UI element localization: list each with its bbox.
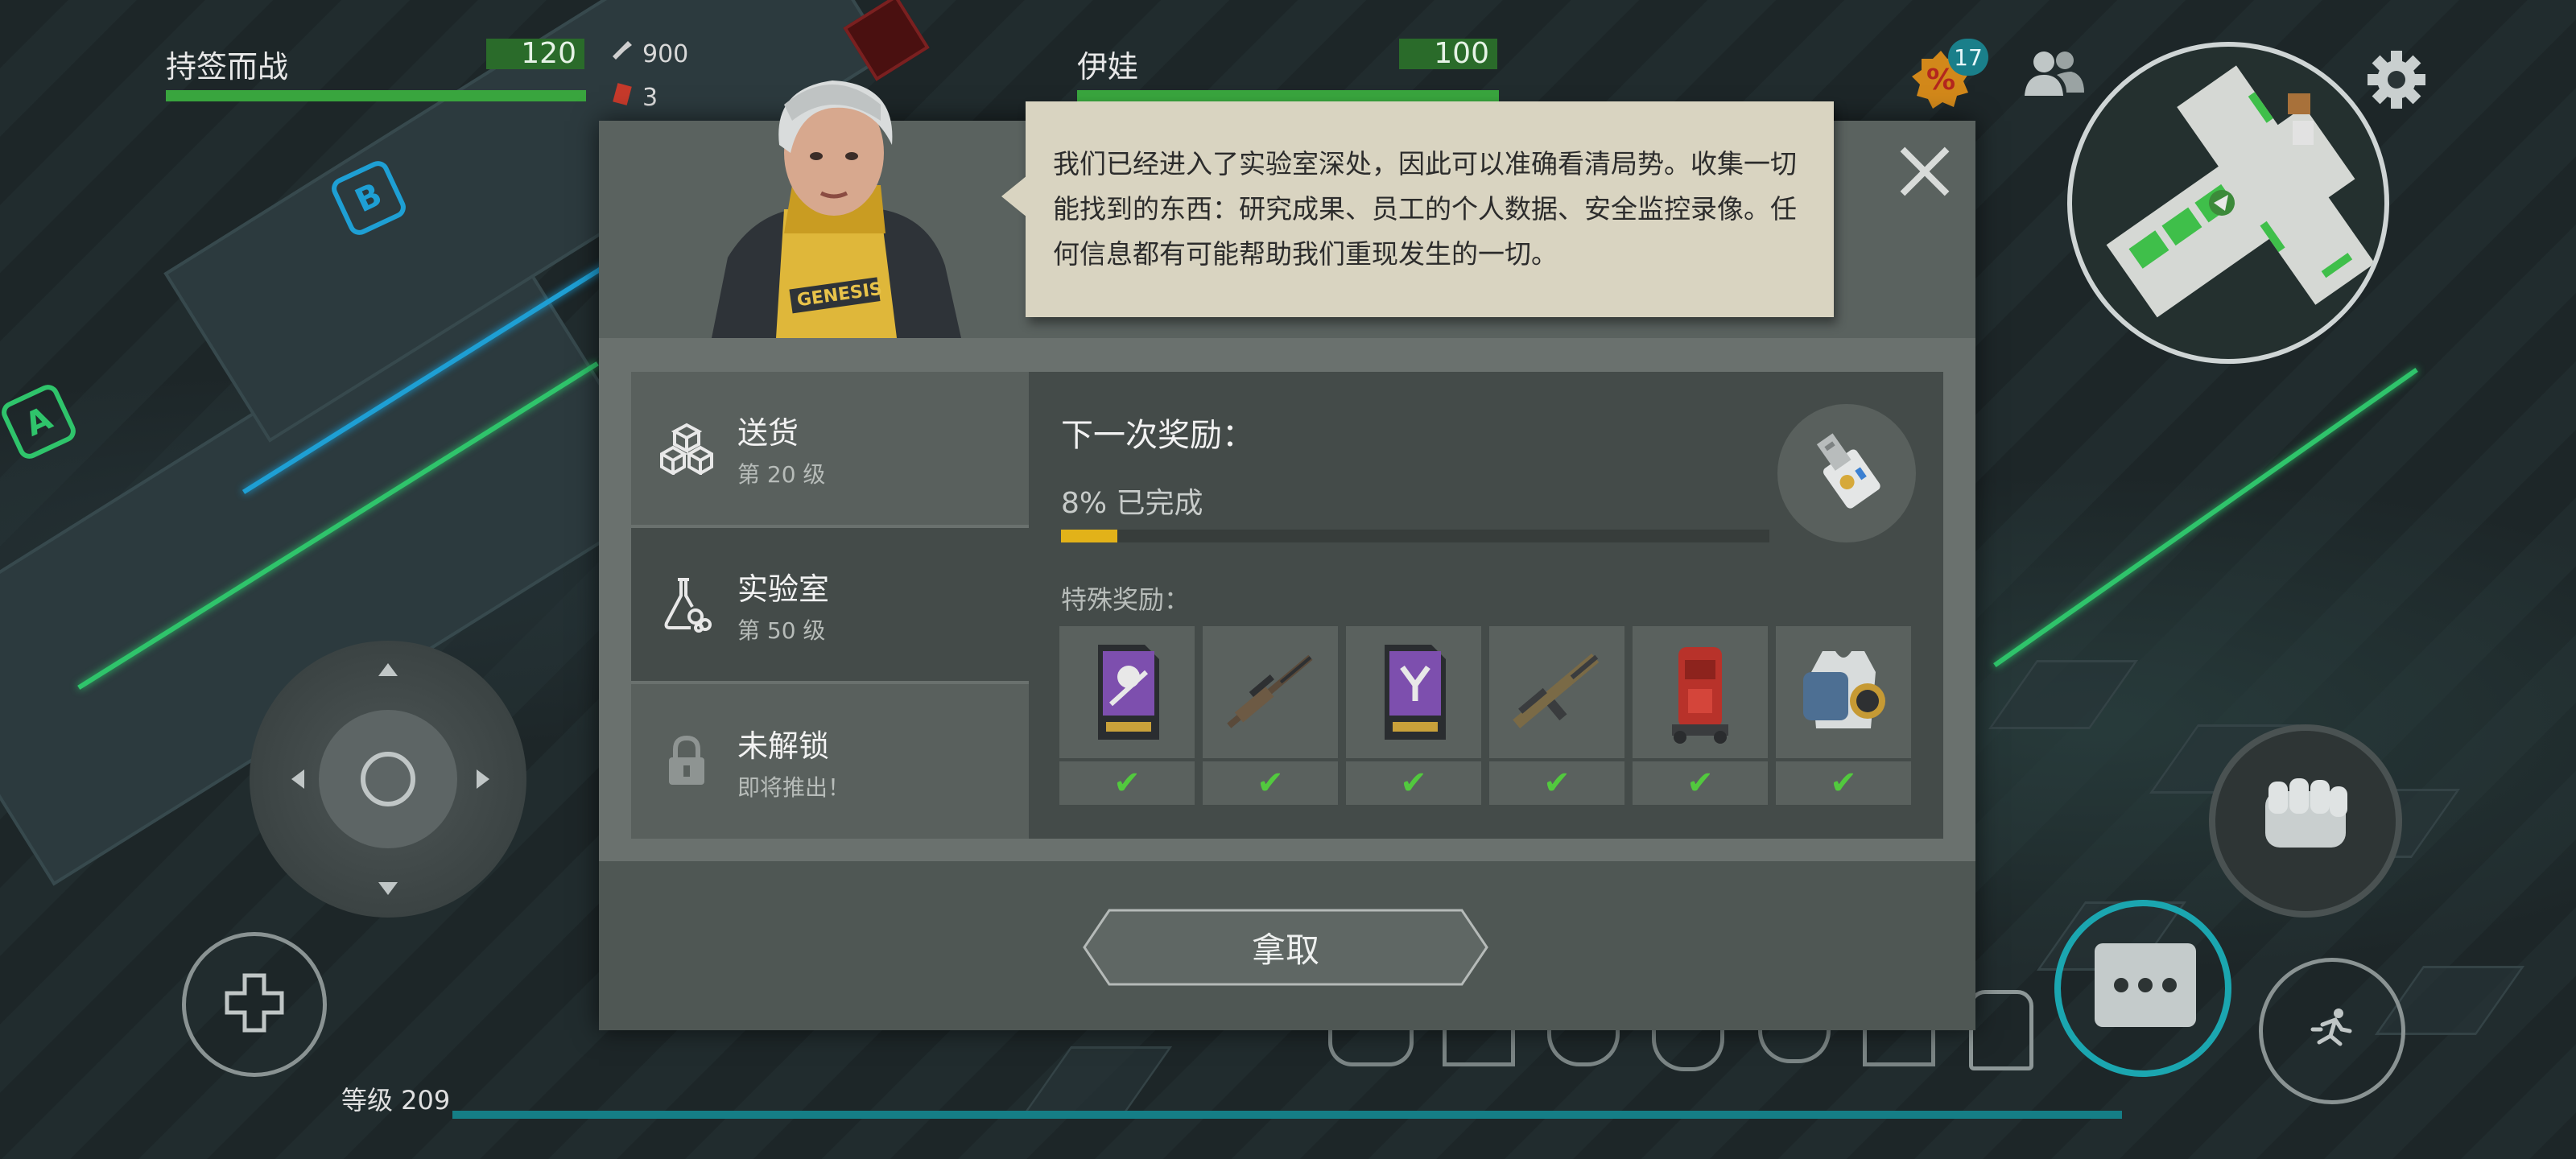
settings-button[interactable]: [2360, 45, 2433, 118]
ally-hp-value: 100: [1399, 39, 1497, 69]
ally-hp-bar: [1077, 90, 1499, 101]
red-card-icon: [610, 82, 634, 113]
friends-button[interactable]: [2017, 43, 2090, 108]
arrow-down-icon: [378, 882, 398, 895]
gear-icon: [2366, 49, 2427, 113]
take-button-label: 拿取: [1251, 930, 1319, 970]
arrow-left-icon: [291, 769, 304, 789]
movement-joystick[interactable]: [250, 641, 526, 918]
svg-text:%: %: [1926, 64, 1955, 97]
player-hp-value: 120: [486, 39, 584, 69]
player-hp-bar: [166, 90, 586, 101]
neon-strip: [1993, 367, 2418, 668]
player-level: 等级 209: [341, 1085, 451, 1116]
joystick-knob[interactable]: [319, 710, 457, 848]
minimap[interactable]: [2067, 42, 2389, 364]
red-card-counter: 3: [610, 82, 658, 113]
floor-tile: [1988, 660, 2139, 729]
red-card-value: 3: [642, 83, 658, 112]
sprint-button[interactable]: [2259, 958, 2405, 1104]
close-button[interactable]: [1897, 143, 1953, 200]
chat-icon: [2114, 978, 2177, 992]
xp-bar: [452, 1111, 2122, 1119]
ally-name: 伊娃: [1077, 49, 1139, 85]
heal-button[interactable]: [182, 932, 327, 1077]
chat-button[interactable]: [2095, 943, 2196, 1027]
gun-parts-value: 900: [642, 39, 689, 68]
gun-parts-icon: [610, 39, 634, 69]
floor-tile: [1022, 1046, 1173, 1116]
plus-icon: [222, 971, 287, 1038]
arrow-up-icon: [378, 663, 398, 676]
take-button[interactable]: 拿取: [1082, 908, 1489, 987]
character-portrait: GENESIS: [696, 72, 969, 338]
arrow-right-icon: [477, 769, 489, 789]
running-man-icon: [2308, 1005, 2356, 1057]
attack-button[interactable]: [2209, 724, 2402, 918]
fist-icon: [2249, 767, 2362, 875]
backpack-icon[interactable]: [1969, 990, 2033, 1070]
character-speech-bubble: 我们已经进入了实验室深处，因此可以准确看清局势。收集一切能找到的东西：研究成果、…: [1001, 101, 1834, 317]
discount-count-badge: 17: [1948, 39, 1988, 76]
joystick-center-ring: [361, 752, 415, 806]
friends-icon: [2021, 47, 2086, 104]
player-name: 持签而战: [166, 49, 289, 85]
room-sign-a: A: [0, 381, 80, 463]
gun-parts-counter: 900: [610, 39, 688, 69]
